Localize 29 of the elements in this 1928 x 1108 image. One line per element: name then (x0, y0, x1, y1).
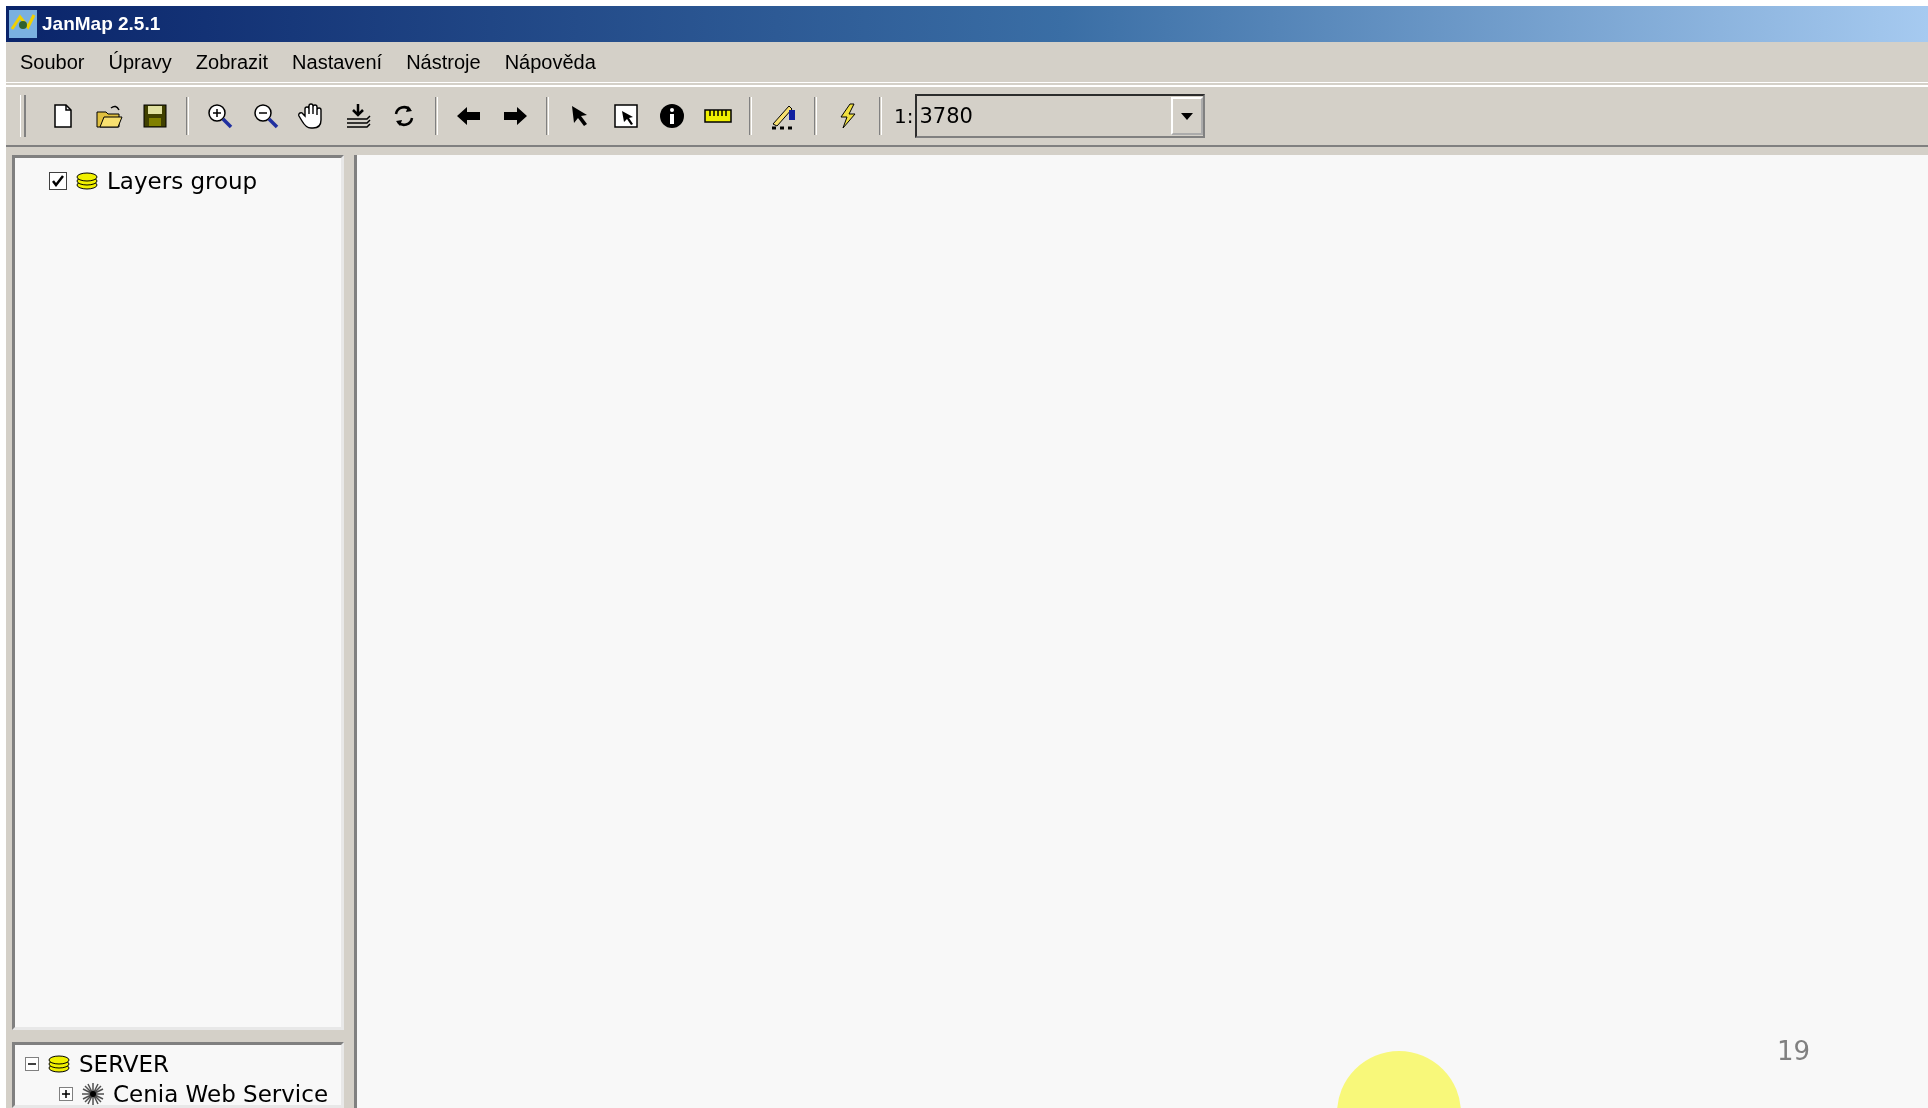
zoom-in-icon (206, 102, 234, 130)
menu-item[interactable]: Nastavení (280, 50, 395, 74)
layers-icon (47, 1053, 71, 1075)
scale-combo[interactable]: 3780 (915, 94, 1206, 138)
menu-item[interactable]: Zobrazit (183, 50, 281, 74)
tree-item-label[interactable]: Layers group (107, 168, 258, 194)
menu-item[interactable]: Úpravy (96, 50, 184, 74)
tree-item-label[interactable]: SERVER (79, 1051, 170, 1077)
layers-icon (75, 170, 99, 192)
window-title: JanMap 2.5.1 (42, 13, 161, 35)
tree-item-label[interactable]: Cenia Web Service (113, 1081, 329, 1105)
expander[interactable] (25, 1057, 39, 1071)
save-icon (141, 102, 169, 130)
scale-label: 1: (894, 104, 914, 128)
checkbox[interactable] (49, 172, 67, 190)
plus-icon (61, 1089, 71, 1099)
layers-download-icon (344, 102, 372, 130)
menu-item[interactable]: Soubor (8, 50, 97, 74)
menu-item[interactable]: Nástroje (394, 50, 493, 74)
zoom-out-icon (252, 102, 280, 130)
dropdown-arrow-icon (1180, 111, 1195, 121)
info-icon (658, 102, 686, 130)
starburst-icon (81, 1082, 105, 1105)
expander[interactable] (59, 1087, 73, 1101)
select-rectangle-icon (612, 102, 640, 130)
app-icon (8, 9, 38, 39)
menu-item[interactable]: Nápověda (492, 50, 608, 74)
page-number: 19 (1776, 1036, 1810, 1066)
check-icon (52, 175, 64, 187)
